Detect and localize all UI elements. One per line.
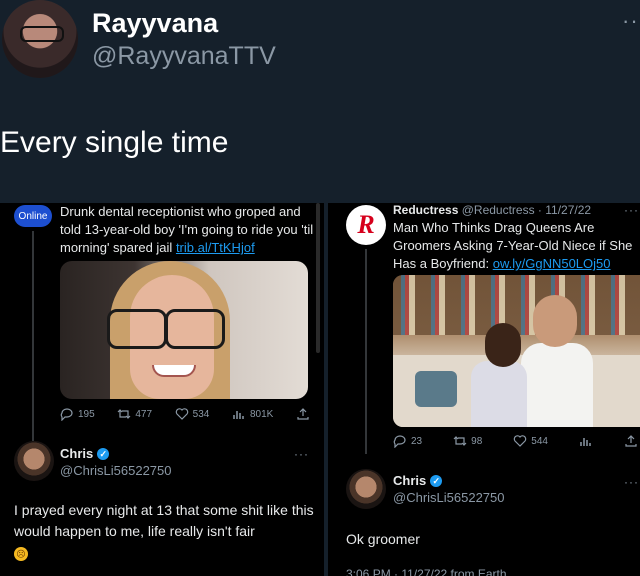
like-icon — [175, 408, 188, 420]
like-icon — [514, 435, 527, 447]
more-icon[interactable]: ··· — [294, 447, 309, 461]
tweet-text: Every single time — [0, 126, 229, 159]
tweet-actions: 195 477 534 801K — [60, 407, 310, 421]
reply-count: 195 — [78, 408, 95, 420]
reply-author-name: Chris — [393, 473, 427, 488]
reply-action[interactable]: 195 — [60, 407, 95, 421]
views-action[interactable]: 801K — [232, 407, 273, 421]
views-icon[interactable] — [579, 434, 593, 448]
reductress-logo[interactable]: R — [346, 205, 386, 245]
reply-avatar[interactable] — [14, 441, 54, 481]
right-screenshot: R Reductress @Reductress · 11/27/22 ··· … — [328, 203, 640, 576]
article-link[interactable]: trib.al/TtKHjof — [176, 240, 255, 255]
verified-icon: ✓ — [97, 447, 110, 460]
news-tweet-text: Drunk dental receptionist who groped and… — [60, 204, 314, 255]
views-icon — [233, 411, 244, 419]
reply-avatar[interactable] — [346, 469, 386, 509]
more-icon[interactable]: ·· — [622, 8, 639, 34]
tweet-image[interactable] — [60, 261, 308, 399]
thread-line — [32, 231, 34, 441]
tweet-actions: 23 98 544 — [393, 434, 638, 448]
sad-face-icon: ☹ — [14, 547, 28, 561]
article-link[interactable]: ow.ly/GgNN50LOj50 — [493, 256, 611, 271]
reply-handle[interactable]: @ChrisLi56522750 — [393, 490, 505, 505]
retweet-action[interactable]: 98 — [453, 434, 482, 448]
reply-text: Ok groomer — [346, 531, 420, 547]
reply-author-name: Chris — [60, 446, 94, 461]
news-tweet-text: Man Who Thinks Drag Queens Are Groomers … — [393, 220, 633, 271]
verified-icon: ✓ — [430, 474, 443, 487]
retweet-icon — [453, 436, 467, 446]
reply-action[interactable]: 23 — [393, 434, 422, 448]
thread-line — [365, 249, 367, 454]
reply-icon — [393, 435, 406, 448]
reply-text: I prayed every night at 13 that some shi… — [14, 502, 314, 561]
tweet-timestamp: 3:06 PM · 11/27/22 from Earth — [346, 567, 507, 576]
reply-author[interactable]: Chris ✓ — [60, 446, 110, 461]
author-name[interactable]: Reductress — [393, 203, 458, 217]
like-count: 534 — [192, 408, 210, 420]
views-count: 801K — [249, 408, 274, 420]
tweet-header: Rayyvana @RayyvanaTTV ·· Every single ti… — [0, 0, 640, 200]
reply-icon — [60, 408, 73, 421]
avatar[interactable] — [2, 0, 78, 78]
more-icon[interactable]: ··· — [624, 475, 639, 489]
retweet-count: 98 — [471, 435, 483, 447]
display-name[interactable]: Rayyvana — [92, 8, 218, 39]
tweet-author-line: Reductress @Reductress · 11/27/22 — [393, 203, 591, 217]
reply-handle[interactable]: @ChrisLi56522750 — [60, 463, 172, 478]
share-icon[interactable] — [296, 407, 310, 421]
share-icon[interactable] — [624, 434, 638, 448]
reply-author[interactable]: Chris ✓ — [393, 473, 443, 488]
like-action[interactable]: 544 — [513, 434, 548, 448]
reply-count: 23 — [411, 435, 423, 447]
user-handle[interactable]: @RayyvanaTTV — [92, 42, 276, 71]
tweet-image[interactable] — [393, 275, 640, 427]
scrollbar[interactable] — [316, 203, 320, 353]
retweet-action[interactable]: 477 — [117, 407, 152, 421]
retweet-count: 477 — [135, 408, 153, 420]
like-count: 544 — [531, 435, 548, 447]
online-badge: Online — [14, 205, 52, 227]
author-handle-time: @Reductress · 11/27/22 — [461, 203, 592, 217]
more-icon[interactable]: ··· — [624, 203, 639, 217]
like-action[interactable]: 534 — [175, 407, 210, 421]
left-screenshot: Online Drunk dental receptionist who gro… — [0, 203, 324, 576]
retweet-icon — [117, 409, 131, 419]
